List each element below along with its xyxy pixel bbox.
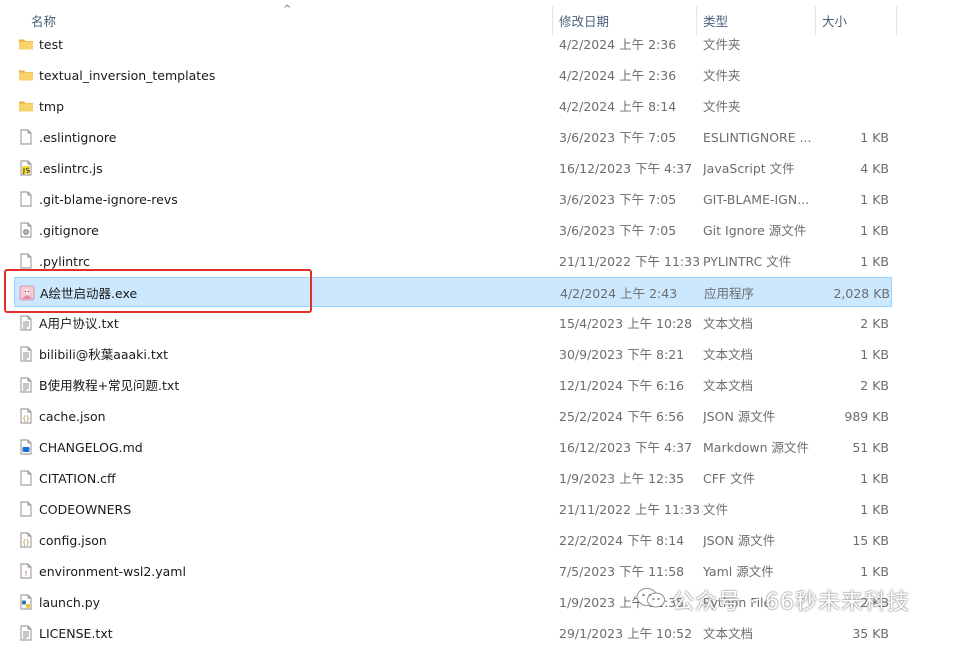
file-size: 1 KB <box>860 192 889 207</box>
file-row[interactable]: ! environment-wsl2.yaml 7/5/2023 下午 11:58 Y… <box>14 556 892 586</box>
file-modified-date: 29/1/2023 上午 10:52 <box>559 626 693 641</box>
folder-icon <box>18 98 34 114</box>
python-file-icon <box>18 594 34 610</box>
file-row[interactable]: tmp 4/2/2024 上午 8:14 文件夹 <box>14 91 892 121</box>
file-icon <box>18 191 34 207</box>
yaml-file-icon: ! <box>18 563 34 579</box>
column-divider[interactable] <box>896 6 897 36</box>
file-modified-date: 22/2/2024 下午 8:14 <box>559 533 685 548</box>
file-row[interactable]: CODEOWNERS 21/11/2022 上午 11:33 文件 1 KB <box>14 494 892 524</box>
file-name: cache.json <box>39 409 106 424</box>
file-row[interactable]: LICENSE.txt 29/1/2023 上午 10:52 文本文档 35 KB <box>14 618 892 648</box>
file-icon <box>18 501 34 517</box>
file-modified-date: 15/4/2023 上午 10:28 <box>559 316 693 331</box>
file-size: 989 KB <box>844 409 889 424</box>
json-file-icon: {} <box>18 408 34 424</box>
file-modified-date: 16/12/2023 下午 4:37 <box>559 440 693 455</box>
folder-icon <box>18 36 34 52</box>
file-name: .git-blame-ignore-revs <box>39 192 178 207</box>
file-modified-date: 16/12/2023 下午 4:37 <box>559 161 693 176</box>
file-name: bilibili@秋葉aaaki.txt <box>39 347 169 362</box>
file-size: 1 KB <box>860 223 889 238</box>
file-modified-date: 4/2/2024 上午 2:36 <box>559 37 677 52</box>
gear-file-icon <box>18 222 34 238</box>
file-row[interactable]: .eslintrc.js 16/12/2023 下午 4:37 JavaScript… <box>14 153 892 183</box>
file-size <box>794 29 889 60</box>
svg-text:!: ! <box>25 570 28 578</box>
file-name: test <box>39 37 64 52</box>
file-name: CODEOWNERS <box>39 502 132 517</box>
file-name: .eslintrc.js <box>39 161 103 176</box>
file-modified-date: 3/6/2023 下午 7:05 <box>559 223 677 238</box>
file-modified-date: 21/11/2022 下午 11:33 <box>559 254 699 269</box>
sort-ascending-icon: ^ <box>283 4 292 15</box>
wechat-icon <box>636 586 666 620</box>
file-name: launch.py <box>39 595 101 610</box>
file-size: 15 KB <box>852 533 889 548</box>
text-file-icon <box>18 346 34 362</box>
file-modified-date: 12/1/2024 下午 6:16 <box>559 378 685 393</box>
file-size: 4 KB <box>860 161 889 176</box>
file-row[interactable]: {} cache.json 25/2/2024 下午 6:56 JSON 源文件 989… <box>14 401 892 431</box>
file-name: tmp <box>39 99 65 114</box>
json-file-icon: {} <box>18 532 34 548</box>
file-row[interactable]: CITATION.cff 1/9/2023 上午 12:35 CFF 文件 1 KB <box>14 463 892 493</box>
file-size: 2 KB <box>860 316 889 331</box>
file-icon <box>18 129 34 145</box>
file-modified-date: 1/9/2023 上午 12:35 <box>559 471 685 486</box>
file-icon <box>18 470 34 486</box>
text-file-icon <box>18 377 34 393</box>
file-size: 51 KB <box>852 440 889 455</box>
file-name: config.json <box>39 533 107 548</box>
folder-icon <box>18 67 34 83</box>
file-size: 35 KB <box>852 626 889 641</box>
file-name: environment-wsl2.yaml <box>39 564 186 579</box>
file-name: CITATION.cff <box>39 471 116 486</box>
file-modified-date: 3/6/2023 下午 7:05 <box>559 130 677 145</box>
js-file-icon <box>18 160 34 176</box>
file-name: textual_inversion_templates <box>39 68 216 83</box>
file-size <box>794 60 889 91</box>
watermark: 公众号 · 66秒未来科技 <box>636 586 910 620</box>
file-modified-date: 4/2/2024 上午 2:36 <box>559 68 677 83</box>
file-size: 1 KB <box>860 254 889 269</box>
svg-text:{}: {} <box>22 416 29 423</box>
file-size: 2,028 KB <box>833 286 890 301</box>
file-row[interactable]: textual_inversion_templates 4/2/2024 上午 2… <box>14 60 892 90</box>
file-row[interactable]: .git-blame-ignore-revs 3/6/2023 下午 7:05 GI… <box>14 184 892 214</box>
file-row[interactable]: {} config.json 22/2/2024 下午 8:14 JSON 源文件 15… <box>14 525 892 555</box>
file-name: .gitignore <box>39 223 99 238</box>
file-name: B使用教程+常见问题.txt <box>39 378 180 393</box>
file-name: .eslintignore <box>39 130 117 145</box>
file-name: CHANGELOG.md <box>39 440 143 455</box>
file-size: 1 KB <box>860 130 889 145</box>
text-file-icon <box>18 625 34 641</box>
file-modified-date: 4/2/2024 上午 8:14 <box>559 99 677 114</box>
highlight-box <box>4 269 312 313</box>
file-size: 2 KB <box>860 378 889 393</box>
file-modified-date: 30/9/2023 下午 8:21 <box>559 347 685 362</box>
file-row[interactable]: .eslintignore 3/6/2023 下午 7:05 ESLINTIGNOR… <box>14 122 892 152</box>
file-modified-date: 7/5/2023 下午 11:58 <box>559 564 685 579</box>
file-row[interactable]: B使用教程+常见问题.txt 12/1/2024 下午 6:16 文本文档 2 KB <box>14 370 892 400</box>
markdown-file-icon <box>18 439 34 455</box>
file-modified-date: 21/11/2022 上午 11:33 <box>559 502 699 517</box>
file-name: LICENSE.txt <box>39 626 113 641</box>
file-modified-date: 3/6/2023 下午 7:05 <box>559 192 677 207</box>
file-size: 1 KB <box>860 471 889 486</box>
watermark-text: 公众号 · 66秒未来科技 <box>672 590 910 615</box>
file-size <box>794 91 889 122</box>
svg-text:{}: {} <box>22 540 29 547</box>
file-row[interactable]: .gitignore 3/6/2023 下午 7:05 Git Ignore 源文件… <box>14 215 892 245</box>
file-modified-date: 4/2/2024 上午 2:43 <box>560 286 678 301</box>
file-modified-date: 25/2/2024 下午 6:56 <box>559 409 685 424</box>
file-row[interactable]: test 4/2/2024 上午 2:36 文件夹 <box>14 29 892 59</box>
file-row[interactable]: bilibili@秋葉aaaki.txt 30/9/2023 下午 8:21 文本文… <box>14 339 892 369</box>
file-size: 1 KB <box>860 347 889 362</box>
text-file-icon <box>18 315 34 331</box>
file-size: 1 KB <box>860 564 889 579</box>
file-size: 1 KB <box>860 502 889 517</box>
file-icon <box>18 253 34 269</box>
file-row[interactable]: CHANGELOG.md 16/12/2023 下午 4:37 Markdown 源… <box>14 432 892 462</box>
